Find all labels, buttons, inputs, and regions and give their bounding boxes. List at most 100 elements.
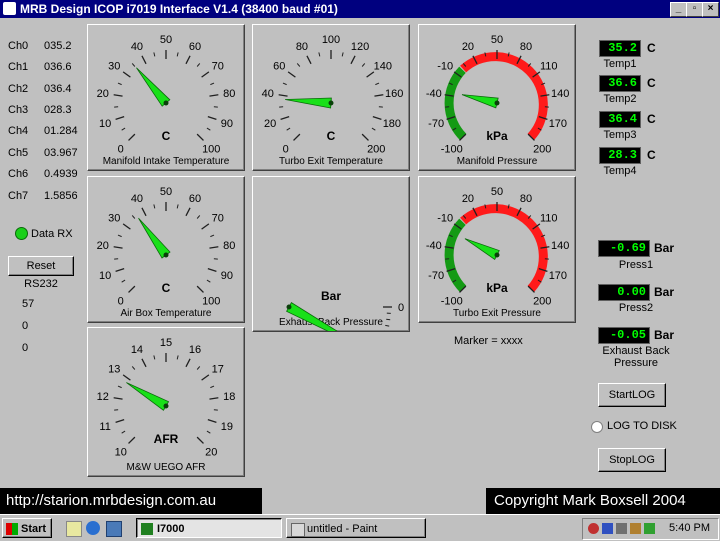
major-tick: [208, 420, 217, 423]
tick-label: 140: [374, 60, 392, 72]
gauge-needle: [136, 68, 169, 106]
tray-utility-icon[interactable]: [630, 523, 641, 534]
reset-rs232-button[interactable]: Reset RS232: [8, 256, 74, 276]
start-button[interactable]: Start: [2, 518, 52, 538]
gauge-unit: C: [162, 129, 171, 143]
tick-label: 40: [262, 88, 274, 100]
major-tick: [186, 208, 190, 216]
tick-label: 0: [283, 143, 289, 155]
tick-label: 19: [221, 421, 233, 433]
temp1-display: 35.2: [599, 40, 641, 57]
close-button[interactable]: ×: [702, 2, 719, 17]
gauge-dial: 012345BarExhaust Back Pressure: [253, 177, 409, 331]
tick-label: 100: [202, 143, 220, 155]
tick-label: 90: [221, 118, 233, 130]
press1-unit: Bar: [654, 241, 674, 255]
press2-display: 0.00: [598, 284, 650, 301]
tray-network-icon[interactable]: [602, 523, 613, 534]
major-tick: [114, 247, 123, 248]
folder-icon[interactable]: [106, 521, 122, 537]
boost-arc: [463, 209, 543, 289]
minor-tick: [197, 366, 200, 369]
tick-label: 160: [385, 88, 403, 100]
channel-name: Ch0: [8, 40, 28, 52]
minor-tick: [132, 366, 135, 369]
task-label: I7000: [157, 523, 185, 535]
exhaust-back-pressure-label: Exhaust Back Pressure: [598, 345, 674, 369]
browser-icon[interactable]: [86, 521, 100, 535]
major-tick: [114, 95, 123, 96]
task-i7000[interactable]: I7000: [136, 518, 282, 538]
system-tray: 5:40 PM: [582, 518, 719, 540]
major-tick: [208, 269, 217, 272]
tick-label: 110: [540, 60, 558, 72]
major-tick: [307, 56, 311, 64]
minor-tick: [132, 215, 135, 218]
channel-value: 0.4939: [44, 168, 78, 180]
counter-value: 0: [22, 342, 28, 354]
channel-name: Ch6: [8, 168, 28, 180]
copyright-banner: Copyright Mark Boxsell 2004: [486, 488, 720, 514]
temp2-unit: C: [647, 76, 656, 90]
gauge-dial: 0102030405060708090100CManifold Intake T…: [88, 25, 244, 170]
channel-name: Ch3: [8, 104, 28, 116]
tick-label: 200: [533, 295, 551, 307]
task-label: untitled - Paint: [307, 523, 377, 535]
log-to-disk-radio[interactable]: [591, 421, 603, 433]
minor-tick: [197, 63, 200, 66]
major-tick: [362, 134, 368, 140]
temp1-label: Temp1: [599, 58, 641, 70]
press1-display: -0.69: [598, 240, 650, 257]
minor-tick: [207, 280, 210, 282]
minor-tick: [132, 63, 135, 66]
gauge-needle: [138, 218, 170, 258]
title-bar[interactable]: MRB Design ICOP i7019 Interface V1.4 (38…: [0, 0, 720, 18]
channel-value: 1.5856: [44, 190, 78, 202]
edit-icon[interactable]: [66, 521, 82, 537]
minor-tick: [362, 63, 365, 66]
marker-readout: Marker = xxxx: [454, 335, 523, 347]
tick-label: -10: [437, 60, 453, 72]
app-icon: [3, 2, 16, 15]
tick-label: 80: [520, 193, 532, 205]
major-tick: [209, 95, 218, 96]
tray-speaker-icon[interactable]: [616, 523, 627, 534]
tick-label: 70: [212, 212, 224, 224]
vacuum-arc: [449, 222, 463, 289]
major-tick: [142, 56, 146, 64]
task-paint[interactable]: untitled - Paint: [286, 518, 426, 538]
minor-tick: [207, 431, 210, 433]
tick-label: 140: [551, 240, 569, 252]
minor-tick: [177, 52, 178, 56]
tick-label: 20: [264, 118, 276, 130]
temp4-label: Temp4: [599, 165, 641, 177]
temp3-unit: C: [647, 112, 656, 126]
data-rx-led-icon: [15, 227, 28, 240]
major-tick: [197, 286, 203, 292]
major-tick: [142, 359, 146, 367]
tick-label: -70: [428, 270, 444, 282]
maximize-button[interactable]: ▫: [686, 2, 703, 17]
start-log-button[interactable]: StartLOG: [598, 383, 666, 407]
tick-label: 30: [108, 60, 120, 72]
tick-label: 30: [108, 212, 120, 224]
tray-app-icon[interactable]: [588, 523, 599, 534]
tick-label: 180: [383, 118, 401, 130]
major-tick: [116, 117, 125, 120]
tick-label: 40: [131, 41, 143, 53]
minimize-button[interactable]: _: [670, 2, 687, 17]
minor-tick: [386, 319, 390, 320]
tick-label: 0: [118, 295, 124, 307]
minor-tick: [154, 355, 155, 359]
tray-monitor-icon[interactable]: [644, 523, 655, 534]
gauge-caption: M&W UEGO AFR: [127, 462, 206, 473]
minor-tick: [177, 204, 178, 208]
major-tick: [186, 359, 190, 367]
channel-value: 03.967: [44, 147, 78, 159]
vacuum-arc: [449, 70, 463, 137]
stop-log-button[interactable]: StopLOG: [598, 448, 666, 472]
minor-tick: [154, 52, 155, 56]
gauge-unit: C: [327, 129, 336, 143]
major-tick: [116, 269, 125, 272]
tick-label: -40: [426, 240, 442, 252]
